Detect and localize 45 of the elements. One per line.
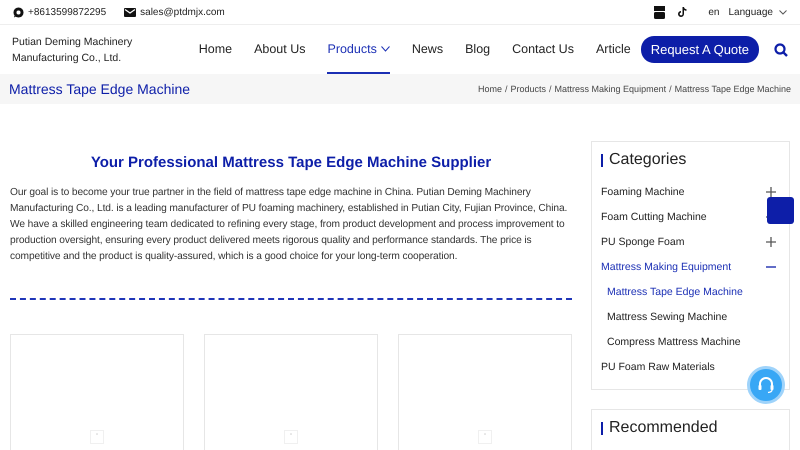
image-placeholder-icon: [478, 430, 492, 444]
category-link[interactable]: PU Sponge Foam: [601, 236, 684, 248]
tiktok-icon[interactable]: [678, 6, 688, 18]
request-quote-button[interactable]: Request A Quote: [640, 36, 759, 63]
breadcrumb-link[interactable]: Home: [478, 84, 502, 94]
category-link[interactable]: Foam Cutting Machine: [601, 210, 707, 222]
image-placeholder-icon: [284, 430, 298, 444]
support-chat-button[interactable]: [747, 366, 785, 404]
chevron-down-icon: [779, 10, 787, 14]
plus-icon[interactable]: [766, 236, 776, 246]
whatsapp-icon: [13, 6, 24, 18]
phone-number[interactable]: +8613599872295: [28, 6, 106, 18]
email-address[interactable]: sales@ptdmjx.com: [140, 6, 225, 18]
breadcrumb-link[interactable]: Mattress Making Equipment: [554, 84, 666, 94]
nav-link[interactable]: About Us: [254, 25, 306, 74]
headset-icon: [756, 375, 776, 395]
breadcrumb-separator: /: [669, 84, 672, 94]
company-name[interactable]: Putian Deming Machinery Manufacturing Co., Ltd.: [12, 34, 199, 66]
section-heading: Your Professional Mattress Tape Edge Machine Supplier: [90, 154, 492, 171]
nav-link[interactable]: Contact Us: [512, 25, 574, 74]
breadcrumb-separator: /: [549, 84, 552, 94]
minus-icon[interactable]: [766, 266, 776, 268]
subcategory-link[interactable]: Mattress Sewing Machine: [607, 310, 728, 322]
nav-link[interactable]: Home: [198, 25, 232, 74]
subcategory-link[interactable]: Mattress Tape Edge Machine: [607, 286, 743, 298]
mail-icon: [124, 8, 136, 16]
category-link[interactable]: Mattress Making Equipment: [601, 260, 732, 272]
nav-link[interactable]: News: [412, 25, 444, 74]
page-title: Mattress Tape Edge Machine: [9, 81, 190, 97]
language-selector[interactable]: Language: [728, 6, 787, 18]
subcategory-link[interactable]: Compress Mattress Machine: [607, 336, 741, 348]
language-code: en: [708, 6, 720, 18]
category-link[interactable]: PU Foam Raw Materials: [601, 360, 715, 372]
breadcrumb-link[interactable]: Mattress Tape Edge Machine: [674, 84, 791, 94]
nav-link[interactable]: Article: [596, 25, 631, 74]
intro-paragraph: Our goal is to become your true partner in the field of mattress tape edge machine in China. Putian Deming Machinery Manufacturing Co., Ltd. is a leading manufacturer of PU foaming machinery, established in Putian City, Fujian Province, China. We have a skilled engineering team dedicated to refining every stage, from product development and process improvement to production oversight, ensuring every product delivered meets rigorous quality and performance standards. The price is competitive and the product is quality-assured, which is a good choice for your long-term cooperation.: [10, 186, 568, 264]
search-icon[interactable]: [774, 42, 788, 56]
panel-title: Recommended: [609, 419, 718, 437]
nav-link[interactable]: Blog: [465, 25, 490, 74]
panel-title: Categories: [609, 151, 686, 169]
breadcrumb-link[interactable]: Products: [510, 84, 546, 94]
breadcrumb-separator: /: [504, 84, 508, 94]
plus-icon[interactable]: [766, 186, 776, 196]
image-placeholder-icon: [90, 430, 104, 444]
category-link[interactable]: Foaming Machine: [601, 186, 684, 198]
